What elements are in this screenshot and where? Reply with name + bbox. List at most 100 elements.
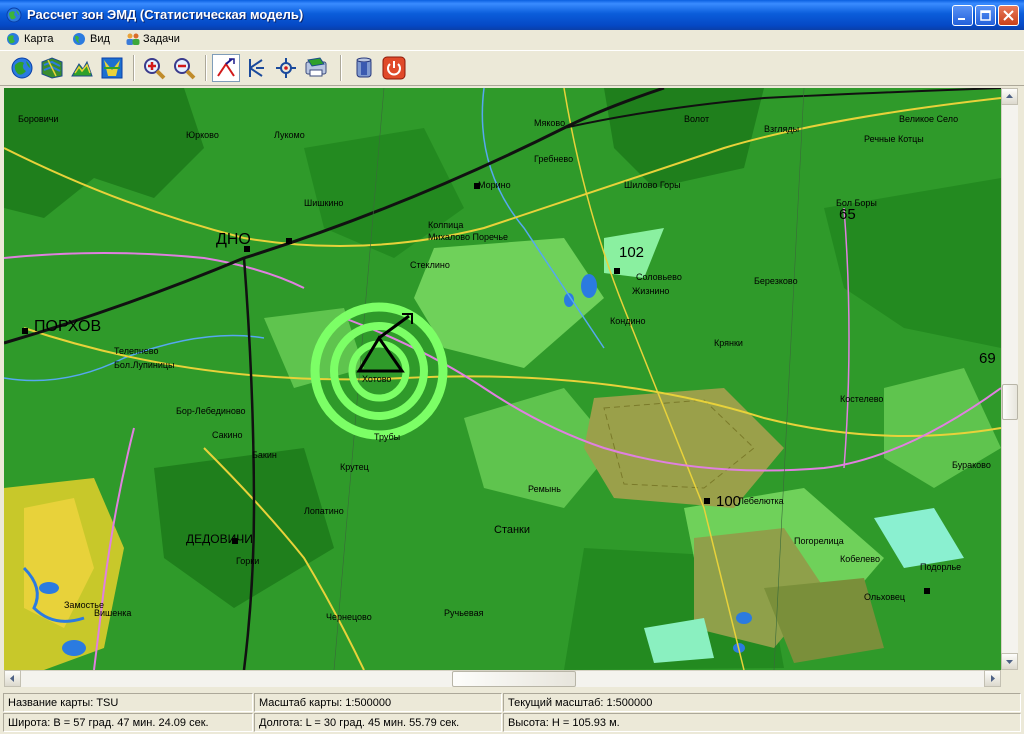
close-icon (1003, 10, 1014, 21)
topographic-map (4, 88, 1001, 670)
minimize-button[interactable] (952, 5, 973, 26)
vector-map-icon (101, 57, 123, 79)
settlement-label: Гребнево (534, 154, 574, 164)
settlement-label: Речные Котцы (864, 134, 924, 144)
settlement-label: Хотово (362, 374, 392, 384)
settlement-label: Бор-Лебединово (176, 406, 246, 416)
settlement-label: Погорелица (794, 536, 844, 546)
maximize-icon (980, 10, 991, 21)
map-print-button[interactable] (302, 54, 330, 82)
toolbar-separator (340, 55, 342, 81)
settlement-label: Вишенка (94, 608, 132, 618)
settlement-label: Юрково (186, 130, 219, 140)
arrow-down-icon (1006, 660, 1013, 664)
settlement-label: Взгляды (764, 124, 800, 134)
zoom-in-icon (144, 58, 166, 80)
menu-tasks[interactable]: Задачи (123, 30, 191, 49)
settlement-label: Ручьевая (444, 608, 484, 618)
close-button[interactable] (998, 5, 1019, 26)
place-emitter-button[interactable] (212, 54, 240, 82)
settlement-label: Великое Село (899, 114, 959, 124)
status-bar: Название карты: TSU Масштаб карты: 1:500… (0, 691, 1024, 734)
zoom-in-button[interactable] (140, 54, 168, 82)
menu-view[interactable]: Вид (70, 30, 118, 49)
globe-icon (7, 33, 19, 45)
vertical-scrollbar[interactable] (1001, 88, 1018, 670)
antenna-icon (217, 58, 235, 77)
settlement-label: Горки (236, 556, 260, 566)
map-globe-button[interactable] (8, 54, 36, 82)
status-latitude: Широта: B = 57 град. 47 мин. 24.09 сек. (3, 713, 253, 732)
settlement-label: Жизнино (632, 286, 670, 296)
settlement-label: Ремынь (528, 484, 561, 494)
map-view[interactable]: ПОРХОВ ДНО ДЕДОВИЧИ 102 65 69 100 Борови… (4, 88, 1001, 670)
city-label-porkhov: ПОРХОВ (34, 318, 102, 335)
city-label-dno: ДНО (216, 231, 251, 248)
settlement-label: Волот (684, 114, 710, 124)
settlement-label: Бакин (252, 450, 277, 460)
settlement-label: Станки (494, 524, 531, 536)
elevation-label: 65 (839, 206, 856, 223)
settlement-label: Михалово Поречье (428, 232, 509, 242)
map-relief-button[interactable] (68, 54, 96, 82)
settlement-label: Телепнево (114, 346, 159, 356)
toolbar (0, 50, 1024, 86)
horizontal-scrollbar[interactable] (4, 670, 1001, 687)
horizontal-scroll-thumb[interactable] (452, 671, 576, 687)
menu-tasks-label: Задачи (143, 33, 180, 45)
settlement-label: Лукомо (274, 130, 305, 140)
settlement-label: Березково (754, 276, 798, 286)
menu-map[interactable]: Карта (4, 30, 62, 49)
status-longitude: Долгота: L = 30 град. 45 мин. 55.79 сек. (254, 713, 502, 732)
settlement-label: Мяково (534, 118, 566, 128)
zoom-out-button[interactable] (170, 54, 198, 82)
exit-button[interactable] (380, 54, 408, 82)
settlement-label: Крутец (340, 462, 369, 472)
minimize-icon (958, 18, 965, 20)
settlement-label: Ольховец (864, 592, 906, 602)
app-window: Рассчет зон ЭМД (Статистическая модель) … (0, 0, 1024, 734)
arrow-right-icon (991, 675, 995, 682)
toolbar-separator (205, 55, 207, 81)
scroll-down-button[interactable] (1001, 653, 1018, 670)
receiver-icon (249, 59, 264, 77)
arrow-left-icon (10, 675, 14, 682)
globe-icon (11, 57, 33, 79)
scrollbar-corner (1001, 670, 1018, 687)
menu-map-label: Карта (24, 33, 54, 45)
status-current-scale: Текущий масштаб: 1:500000 (503, 693, 1021, 712)
settlement-label: Подорлье (920, 562, 962, 572)
map-print-icon (305, 57, 327, 77)
settlement-label: Шишкино (304, 198, 344, 208)
settlement-label: Стеклино (410, 260, 450, 270)
elevation-label: 69 (979, 350, 996, 367)
window-title: Рассчет зон ЭМД (Статистическая модель) (27, 7, 304, 22)
globe-view-icon (73, 33, 85, 45)
settlement-label: Бол.Лупиницы (114, 360, 175, 370)
vertical-scroll-thumb[interactable] (1002, 384, 1018, 420)
settlement-label: Лопатино (304, 506, 344, 516)
maximize-button[interactable] (975, 5, 996, 26)
settlement-label: Бураково (952, 460, 991, 470)
settlement-label: Шилово Горы (624, 180, 681, 190)
database-button[interactable] (350, 54, 378, 82)
elevation-label: 102 (619, 244, 645, 261)
settlement-label: Морино (478, 180, 511, 190)
settlement-label: Чернецово (326, 612, 372, 622)
settlement-label: Костелево (840, 394, 884, 404)
scroll-up-button[interactable] (1001, 88, 1018, 105)
station-icon (276, 58, 296, 78)
menu-bar: Карта Вид Задачи (0, 30, 1024, 49)
scroll-right-button[interactable] (984, 670, 1001, 687)
title-bar[interactable]: Рассчет зон ЭМД (Статистическая модель) (0, 0, 1024, 30)
map-layer-button[interactable] (38, 54, 66, 82)
map-vector-button[interactable] (98, 54, 126, 82)
zoom-out-icon (174, 58, 196, 80)
status-height: Высота: H = 105.93 м. (503, 713, 1021, 732)
scroll-left-button[interactable] (4, 670, 21, 687)
arrow-up-icon (1006, 94, 1013, 98)
place-receiver-button[interactable] (242, 54, 270, 82)
city-label-dedovichi: ДЕДОВИЧИ (186, 532, 253, 546)
globe-icon (6, 7, 22, 23)
station-button[interactable] (272, 54, 300, 82)
